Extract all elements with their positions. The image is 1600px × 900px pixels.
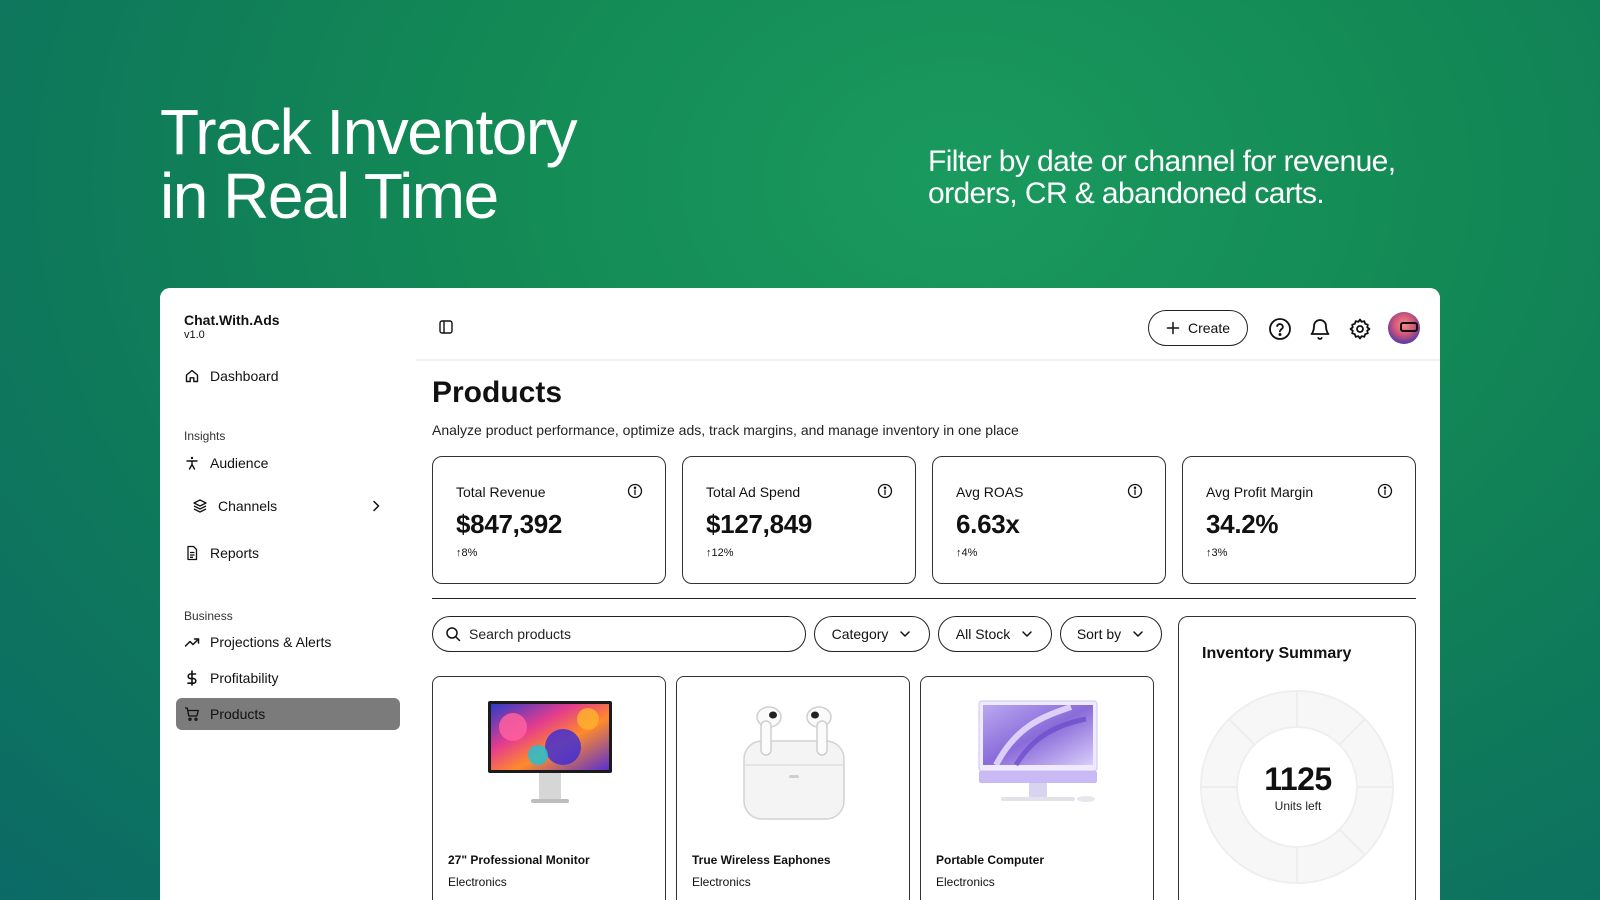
brand-name: Chat.With.Ads xyxy=(184,312,280,328)
inventory-summary-title: Inventory Summary xyxy=(1202,645,1352,662)
stock-dropdown[interactable]: All Stock xyxy=(938,616,1052,652)
stock-dropdown-label: All Stock xyxy=(955,626,1011,642)
product-card[interactable]: True Wireless Eaphones Electronics xyxy=(676,676,910,900)
hero-title: Track Inventory in Real Time xyxy=(160,96,578,232)
kpi-label: Avg Profit Margin xyxy=(1206,484,1314,500)
kpi-value: 6.63x xyxy=(956,509,1020,539)
product-name: Portable Computer xyxy=(936,853,1045,867)
kpi-delta: ↑4% xyxy=(956,547,978,559)
category-dropdown[interactable]: Category xyxy=(814,616,930,652)
bell-icon[interactable] xyxy=(1308,317,1332,341)
monitor-image xyxy=(488,701,612,803)
inventory-units-value: 1125 xyxy=(1264,761,1332,797)
hero-title-line1: Track Inventory xyxy=(160,96,578,168)
create-button-label: Create xyxy=(1187,320,1231,336)
main-content: Create Products Analyze product performa… xyxy=(416,288,1440,900)
app-window: Chat.With.Ads v1.0 Dashboard Insights Au… xyxy=(160,288,1440,900)
layers-icon xyxy=(193,499,207,513)
page-description: Analyze product performance, optimize ad… xyxy=(432,422,1019,438)
kpi-label: Avg ROAS xyxy=(956,484,1024,500)
sidebar-item-label: Reports xyxy=(210,545,260,561)
sidebar-item-channels[interactable]: Channels xyxy=(176,490,400,522)
chevron-right-icon xyxy=(373,500,380,512)
product-category: Electronics xyxy=(692,875,751,889)
kpi-label: Total Revenue xyxy=(456,484,546,500)
topbar: Create xyxy=(416,288,1440,361)
kpi-delta: ↑8% xyxy=(456,547,478,559)
kpi-card-avg-roas: Avg ROAS 6.63x ↑4% xyxy=(932,456,1166,584)
product-card[interactable]: Portable Computer Electronics xyxy=(920,676,1154,900)
sidebar-item-reports[interactable]: Reports xyxy=(176,537,400,569)
kpi-card-avg-profit-margin: Avg Profit Margin 34.2% ↑3% xyxy=(1182,456,1416,584)
sidebar-item-label: Products xyxy=(210,706,266,722)
chevron-down-icon xyxy=(1022,631,1032,637)
sort-dropdown-label: Sort by xyxy=(1076,626,1122,642)
avatar[interactable] xyxy=(1388,312,1420,344)
info-icon[interactable] xyxy=(1127,483,1143,499)
kpi-card-total-ad-spend: Total Ad Spend $127,849 ↑12% xyxy=(682,456,916,584)
hero-subtitle: Filter by date or channel for revenue, o… xyxy=(928,145,1396,210)
category-dropdown-label: Category xyxy=(831,626,889,642)
gear-icon[interactable] xyxy=(1348,317,1372,341)
brand-version: v1.0 xyxy=(184,329,205,341)
kpi-value: 34.2% xyxy=(1206,509,1279,539)
section-label-business: Business xyxy=(184,609,233,623)
chevron-down-icon xyxy=(900,631,911,637)
inventory-summary-card: Inventory Summary 1125 Units left xyxy=(1178,616,1416,900)
inventory-units-label: Units left xyxy=(1274,799,1322,813)
sidebar-item-label: Dashboard xyxy=(210,368,279,384)
sidebar-item-label: Audience xyxy=(210,455,269,471)
product-card[interactable]: 27" Professional Monitor Electronics xyxy=(432,676,666,900)
kpi-value: $127,849 xyxy=(706,509,813,539)
sidebar-item-label: Profitability xyxy=(210,670,279,686)
section-divider xyxy=(432,598,1416,599)
sidebar-item-products[interactable]: Products xyxy=(176,698,400,730)
desktop-computer-image xyxy=(978,700,1098,802)
earbuds-image xyxy=(743,706,845,820)
chevron-down-icon xyxy=(1133,631,1143,637)
accessibility-icon xyxy=(186,456,198,470)
trending-up-icon xyxy=(184,638,200,647)
cart-icon xyxy=(185,707,199,721)
document-icon xyxy=(187,545,198,561)
brand: Chat.With.Ads v1.0 xyxy=(184,312,280,341)
sidebar: Chat.With.Ads v1.0 Dashboard Insights Au… xyxy=(160,288,416,900)
product-category: Electronics xyxy=(936,875,995,889)
help-icon[interactable] xyxy=(1268,317,1292,341)
hero-title-line2: in Real Time xyxy=(160,160,499,232)
product-name: 27" Professional Monitor xyxy=(448,853,590,867)
search-box[interactable] xyxy=(432,616,806,652)
plus-icon xyxy=(1166,321,1180,335)
sidebar-toggle-icon[interactable] xyxy=(438,319,454,335)
dollar-icon xyxy=(187,670,197,686)
sort-dropdown[interactable]: Sort by xyxy=(1060,616,1162,652)
kpi-delta: ↑3% xyxy=(1206,547,1228,559)
sidebar-item-audience[interactable]: Audience xyxy=(176,447,400,479)
product-name: True Wireless Eaphones xyxy=(692,853,831,867)
sidebar-item-label: Projections & Alerts xyxy=(210,634,332,650)
sidebar-item-label: Channels xyxy=(218,498,278,514)
home-icon xyxy=(185,369,199,383)
sidebar-item-projections[interactable]: Projections & Alerts xyxy=(176,626,400,658)
kpi-card-total-revenue: Total Revenue $847,392 ↑8% xyxy=(432,456,666,584)
sidebar-item-profitability[interactable]: Profitability xyxy=(176,662,400,694)
info-icon[interactable] xyxy=(877,483,893,499)
info-icon[interactable] xyxy=(627,483,643,499)
kpi-value: $847,392 xyxy=(456,509,563,539)
kpi-label: Total Ad Spend xyxy=(706,484,801,500)
search-icon xyxy=(446,627,461,642)
page-title: Products xyxy=(432,376,563,409)
search-input[interactable] xyxy=(469,626,789,642)
section-label-insights: Insights xyxy=(184,429,226,443)
kpi-delta: ↑12% xyxy=(706,547,734,559)
product-category: Electronics xyxy=(448,875,507,889)
info-icon[interactable] xyxy=(1377,483,1393,499)
sidebar-item-dashboard[interactable]: Dashboard xyxy=(176,360,400,392)
create-button[interactable]: Create xyxy=(1148,310,1248,346)
